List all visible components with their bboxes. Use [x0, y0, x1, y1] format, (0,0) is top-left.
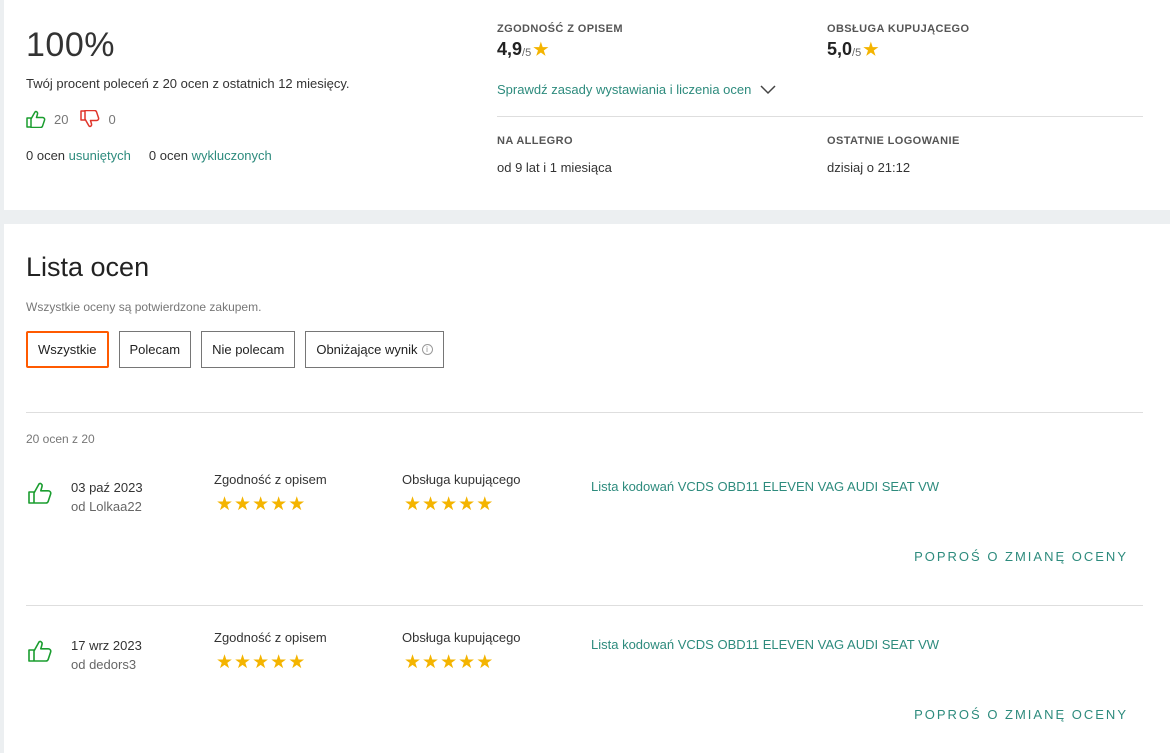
star-icon: ★: [863, 40, 879, 59]
on-allegro-value: od 9 lat i 1 miesiąca: [497, 160, 612, 175]
last-login-label: OSTATNIE LOGOWANIE: [827, 135, 960, 147]
rating-filters: Wszystkie Polecam Nie polecam Obniżające…: [26, 331, 454, 368]
filter-lowering-score-button[interactable]: Obniżające wynik i: [305, 331, 444, 368]
star-icon: ★: [422, 652, 440, 673]
recommendation-percent: 100%: [26, 26, 115, 64]
rating-date: 17 wrz 2023: [71, 638, 142, 653]
thumb-up-icon: [28, 482, 52, 504]
thumb-up-icon: [26, 110, 46, 128]
chevron-down-icon: [760, 84, 776, 94]
removed-prefix: 0 ocen: [26, 148, 66, 163]
rating-summary-card: 100% Twój procent poleceń z 20 ocen z os…: [4, 0, 1170, 210]
star-icon: ★: [270, 494, 288, 515]
star-icon: ★: [458, 494, 476, 515]
service-label: Obsługa kupującego: [402, 472, 521, 487]
rating-rules-link[interactable]: Sprawdź zasady wystawiania i liczenia oc…: [497, 82, 776, 97]
star-icon: ★: [234, 494, 252, 515]
excluded-prefix: 0 ocen: [148, 148, 188, 163]
thumb-down-icon: [80, 110, 100, 128]
negative-count-value: 0: [108, 111, 116, 127]
removed-excluded-info: 0 ocen usuniętych 0 ocen wykluczonych: [26, 148, 272, 163]
info-icon[interactable]: i: [421, 344, 433, 355]
star-icon: ★: [216, 494, 234, 515]
rating-rules-link-label: Sprawdź zasady wystawiania i liczenia oc…: [497, 82, 752, 97]
star-icon: ★: [252, 652, 270, 673]
service-score-scale: /5: [852, 47, 862, 59]
star-icon: ★: [476, 494, 494, 515]
request-rating-change-button[interactable]: POPROŚ O ZMIANĘ OCENY: [914, 707, 1128, 722]
service-score-value: 5,0: [827, 39, 853, 59]
star-icon: ★: [440, 652, 458, 673]
accuracy-score-value: 4,9: [497, 39, 523, 59]
accuracy-label: ZGODNOŚĆ Z OPISEM: [497, 23, 623, 35]
filter-lowering-score-label: Obniżające wynik: [316, 342, 418, 357]
on-allegro-label: NA ALLEGRO: [497, 135, 573, 147]
last-login-value: dzisiaj o 21:12: [827, 160, 911, 175]
service-label: Obsługa kupującego: [402, 630, 521, 645]
excluded-ratings-link[interactable]: wykluczonych: [192, 148, 272, 163]
star-icon: ★: [270, 652, 288, 673]
accuracy-label: Zgodność z opisem: [214, 472, 327, 487]
product-link[interactable]: Lista kodowań VCDS OBD11 ELEVEN VAG AUDI…: [591, 637, 939, 652]
star-icon: ★: [216, 652, 234, 673]
ratings-list-subtitle: Wszystkie oceny są potwierdzone zakupem.: [26, 300, 262, 314]
product-link[interactable]: Lista kodowań VCDS OBD11 ELEVEN VAG AUDI…: [591, 479, 939, 494]
star-icon: ★: [440, 494, 458, 515]
removed-ratings-link[interactable]: usuniętych: [69, 148, 131, 163]
service-score: 5,0 /5 ★: [827, 39, 878, 60]
star-icon: ★: [458, 652, 476, 673]
service-label: OBSŁUGA KUPUJĄCEGO: [827, 23, 970, 35]
thumb-up-icon: [28, 640, 52, 662]
star-icon: ★: [252, 494, 270, 515]
recommendation-counts: 20 0: [26, 110, 128, 128]
summary-divider: [497, 116, 1143, 117]
star-icon: ★: [476, 652, 494, 673]
rating-author: od Lolkaa22: [71, 499, 142, 514]
star-icon: ★: [234, 652, 252, 673]
star-icon: ★: [288, 494, 306, 515]
star-icon: ★: [288, 652, 306, 673]
filter-all-button[interactable]: Wszystkie: [26, 331, 109, 368]
service-stars: ★ ★ ★ ★ ★: [404, 653, 494, 672]
accuracy-stars: ★ ★ ★ ★ ★: [216, 653, 306, 672]
ratings-list-card: Lista ocen Wszystkie oceny są potwierdzo…: [4, 224, 1170, 753]
rating-entry: 17 wrz 2023 od dedors3 Zgodność z opisem…: [4, 622, 1170, 753]
star-icon: ★: [533, 40, 549, 59]
request-rating-change-button[interactable]: POPROŚ O ZMIANĘ OCENY: [914, 549, 1128, 564]
positive-count-value: 20: [54, 111, 69, 127]
filter-not-recommend-button[interactable]: Nie polecam: [201, 331, 296, 368]
ratings-count: 20 ocen z 20: [26, 432, 95, 446]
service-stars: ★ ★ ★ ★ ★: [404, 495, 494, 514]
accuracy-score: 4,9 /5 ★: [497, 39, 548, 60]
filter-recommend-button[interactable]: Polecam: [118, 331, 192, 368]
positive-count: 20: [26, 110, 68, 128]
rating-date: 03 paź 2023: [71, 480, 143, 495]
accuracy-score-scale: /5: [522, 47, 532, 59]
accuracy-stars: ★ ★ ★ ★ ★: [216, 495, 306, 514]
recommendation-description: Twój procent poleceń z 20 ocen z ostatni…: [26, 76, 350, 91]
star-icon: ★: [404, 652, 422, 673]
rating-entry: 03 paź 2023 od Lolkaa22 Zgodność z opise…: [4, 464, 1170, 604]
star-icon: ★: [422, 494, 440, 515]
star-icon: ★: [404, 494, 422, 515]
list-divider: [26, 605, 1143, 606]
accuracy-label: Zgodność z opisem: [214, 630, 327, 645]
ratings-list-title: Lista ocen: [26, 252, 150, 282]
negative-count: 0: [80, 110, 116, 128]
list-divider: [26, 412, 1143, 413]
rating-author: od dedors3: [71, 657, 137, 672]
